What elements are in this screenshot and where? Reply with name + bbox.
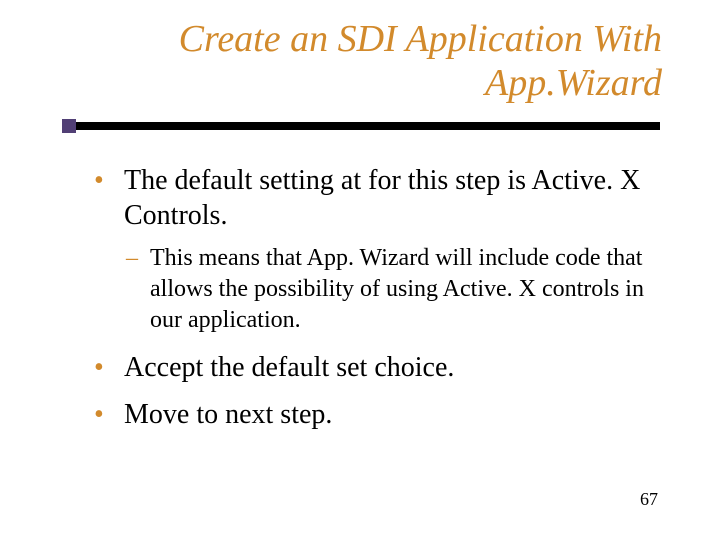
- sub-bullet-item: This means that App. Wizard will include…: [124, 243, 660, 335]
- bullet-item: Accept the default set choice.: [94, 350, 660, 385]
- page-number: 67: [640, 489, 658, 510]
- sub-bullet-list: This means that App. Wizard will include…: [124, 243, 660, 335]
- rule-square-icon: [62, 119, 76, 133]
- title-line-2: App.Wizard: [485, 62, 662, 104]
- slide-title: Create an SDI Application With App.Wizar…: [0, 0, 720, 105]
- bullet-item: Move to next step.: [94, 397, 660, 432]
- bullet-text: The default setting at for this step is …: [124, 165, 640, 231]
- bullet-text: Move to next step.: [124, 399, 332, 430]
- title-rule: [0, 119, 720, 133]
- bullet-item: The default setting at for this step is …: [94, 163, 660, 335]
- bullet-text: Accept the default set choice.: [124, 352, 454, 383]
- title-line-1: Create an SDI Application With: [179, 18, 662, 60]
- rule-line: [76, 122, 660, 130]
- sub-bullet-text: This means that App. Wizard will include…: [150, 245, 644, 332]
- slide-body: The default setting at for this step is …: [0, 133, 720, 431]
- slide: Create an SDI Application With App.Wizar…: [0, 0, 720, 540]
- bullet-list: The default setting at for this step is …: [94, 163, 660, 431]
